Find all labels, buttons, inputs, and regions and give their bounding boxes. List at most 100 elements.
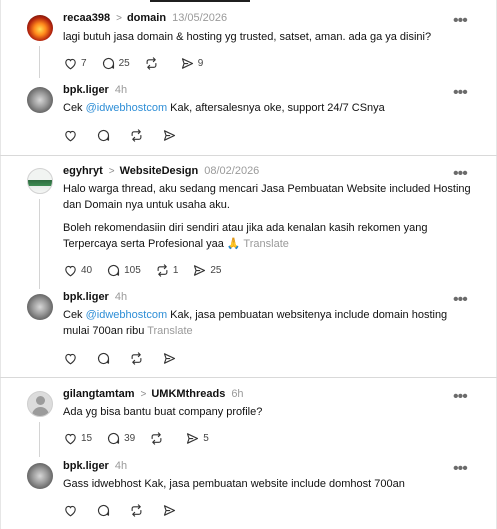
like-count: 15	[81, 432, 93, 444]
heart-icon	[65, 505, 76, 516]
reply-text: Gass idwebhost Kak, jasa pembuatan websi…	[63, 478, 405, 490]
thread-connector	[39, 199, 40, 289]
active-tab-indicator	[150, 0, 250, 2]
username[interactable]: gilangtamtam	[63, 388, 135, 400]
send-icon	[163, 129, 176, 141]
like-button[interactable]: 40	[63, 263, 92, 278]
reply-header: bpk.liger 4h	[63, 460, 127, 472]
heart-icon	[65, 58, 76, 69]
repost-button[interactable]	[129, 503, 144, 518]
like-button[interactable]	[63, 351, 78, 366]
username[interactable]: egyhryt	[63, 165, 103, 177]
share-count: 5	[203, 432, 209, 444]
comment-bubble-icon	[97, 504, 110, 516]
repost-arrows-icon	[157, 263, 168, 277]
heart-icon	[65, 130, 76, 141]
avatar[interactable]	[27, 463, 53, 489]
repost-button[interactable]	[129, 128, 144, 143]
thread-connector	[39, 46, 40, 78]
share-button[interactable]: 5	[185, 431, 209, 446]
share-button[interactable]	[162, 351, 177, 366]
reply-actions	[63, 350, 191, 366]
like-button[interactable]: 7	[63, 56, 87, 71]
comment-button[interactable]	[96, 128, 111, 143]
reply-actions	[63, 127, 191, 143]
comment-button[interactable]	[96, 503, 111, 518]
avatar[interactable]	[27, 15, 53, 41]
comment-button[interactable]	[96, 351, 111, 366]
reply-date: 4h	[114, 460, 128, 472]
username[interactable]: bpk.liger	[63, 460, 109, 472]
share-count: 25	[210, 264, 222, 276]
like-button[interactable]: 15	[63, 431, 92, 446]
username[interactable]: bpk.liger	[63, 291, 109, 303]
repost-arrows-icon	[151, 431, 162, 445]
comment-bubble-icon	[108, 264, 120, 276]
repost-button[interactable]	[144, 56, 162, 71]
repost-button[interactable]	[149, 431, 167, 446]
reply-date: 4h	[114, 84, 128, 96]
topic-tag[interactable]: WebsiteDesign	[120, 165, 199, 177]
reply-header: bpk.liger 4h	[63, 291, 127, 303]
post-text: Halo warga thread, aku sedang mencari Ja…	[63, 183, 471, 211]
share-button[interactable]	[162, 503, 177, 518]
post-text: lagi butuh jasa domain & hosting yg trus…	[63, 31, 432, 43]
comment-bubble-icon	[102, 57, 114, 69]
avatar[interactable]	[27, 294, 53, 320]
repost-arrows-icon	[146, 56, 157, 70]
comment-count: 39	[124, 432, 136, 444]
mention-link[interactable]: @idwebhostcom	[86, 102, 167, 114]
send-icon	[181, 57, 193, 69]
repost-arrows-icon	[131, 351, 142, 365]
post-header: egyhryt > WebsiteDesign 08/02/2026	[63, 165, 259, 177]
reply-date: 4h	[114, 291, 128, 303]
repost-button[interactable]	[129, 351, 144, 366]
post-text: Ada yg bisa bantu buat company profile?	[63, 406, 263, 418]
send-icon	[187, 432, 199, 444]
comment-count: 105	[124, 264, 141, 276]
translate-link[interactable]: Translate	[243, 238, 288, 250]
repost-button[interactable]: 1	[155, 263, 178, 278]
like-button[interactable]	[63, 503, 78, 518]
more-horizontal-icon[interactable]: •••	[453, 389, 468, 405]
username[interactable]: recaa398	[63, 12, 110, 24]
avatar[interactable]	[27, 87, 53, 113]
reply-text-part: Cek	[63, 309, 86, 321]
comment-button[interactable]: 105	[106, 263, 141, 278]
share-button[interactable]	[162, 128, 177, 143]
heart-icon	[65, 265, 76, 276]
username[interactable]: bpk.liger	[63, 84, 109, 96]
thread-divider	[0, 377, 497, 378]
more-horizontal-icon[interactable]: •••	[453, 292, 468, 308]
more-horizontal-icon[interactable]: •••	[453, 166, 468, 182]
more-horizontal-icon[interactable]: •••	[453, 85, 468, 101]
send-icon	[194, 264, 206, 276]
share-button[interactable]: 25	[192, 263, 222, 278]
chevron-right-icon: >	[108, 165, 115, 177]
more-horizontal-icon[interactable]: •••	[453, 13, 468, 29]
comment-button[interactable]: 39	[106, 431, 135, 446]
comment-button[interactable]: 25	[101, 56, 130, 71]
post-text: Boleh rekomendasiin diri sendiri atau ji…	[63, 220, 473, 252]
send-icon	[163, 504, 176, 516]
post-actions: 40 105 1 25	[63, 262, 236, 278]
topic-tag[interactable]: domain	[127, 12, 166, 24]
post-date: 08/02/2026	[204, 165, 260, 177]
heart-icon	[65, 433, 76, 444]
avatar[interactable]	[27, 391, 53, 417]
comment-bubble-icon	[97, 352, 110, 364]
like-button[interactable]	[63, 128, 78, 143]
avatar[interactable]	[27, 168, 53, 194]
repost-arrows-icon	[131, 503, 142, 517]
mention-link[interactable]: @idwebhostcom	[86, 309, 167, 321]
share-count: 9	[197, 57, 204, 69]
translate-link[interactable]: Translate	[147, 325, 192, 337]
chevron-right-icon: >	[116, 12, 122, 24]
heart-icon	[65, 353, 76, 364]
share-button[interactable]: 9	[180, 56, 204, 71]
more-horizontal-icon[interactable]: •••	[453, 461, 468, 477]
like-count: 40	[81, 264, 93, 276]
topic-tag[interactable]: UMKMthreads	[151, 388, 225, 400]
post-actions: 15 39 5	[63, 430, 223, 446]
send-icon	[163, 352, 176, 364]
